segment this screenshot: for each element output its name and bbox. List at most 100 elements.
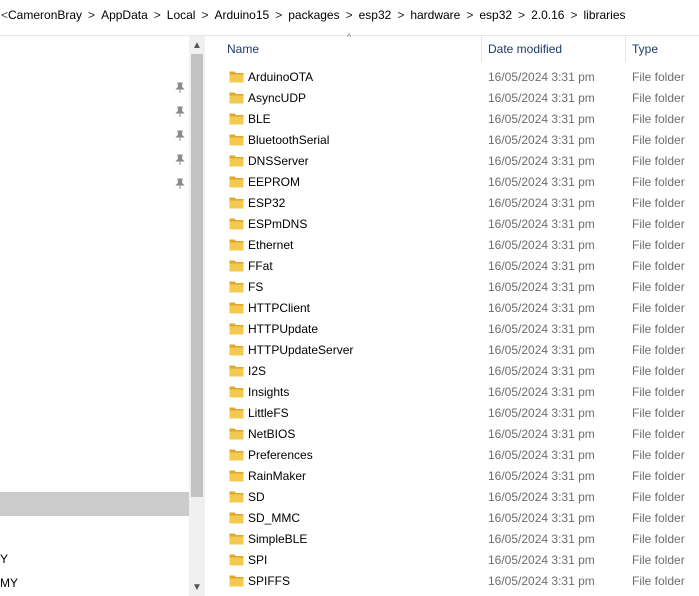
folder-icon <box>229 197 244 209</box>
breadcrumb-separator-icon[interactable]: > <box>82 8 101 22</box>
file-row[interactable]: HTTPUpdate 16/05/2024 3:31 pm File folde… <box>205 319 699 340</box>
file-row[interactable]: ArduinoOTA 16/05/2024 3:31 pm File folde… <box>205 67 699 88</box>
folder-icon <box>229 218 244 230</box>
pin-icon[interactable] <box>174 130 186 142</box>
file-date-modified: 16/05/2024 3:31 pm <box>488 259 595 273</box>
file-date-modified: 16/05/2024 3:31 pm <box>488 217 595 231</box>
file-row[interactable]: ESPmDNS 16/05/2024 3:31 pm File folder <box>205 214 699 235</box>
file-row[interactable]: FFat 16/05/2024 3:31 pm File folder <box>205 256 699 277</box>
file-row[interactable]: SPIFFS 16/05/2024 3:31 pm File folder <box>205 571 699 592</box>
file-date-modified: 16/05/2024 3:31 pm <box>488 301 595 315</box>
breadcrumb-separator-icon[interactable]: > <box>460 8 479 22</box>
file-name: RainMaker <box>248 469 307 483</box>
breadcrumb-item[interactable]: esp32 <box>359 8 392 22</box>
scroll-thumb[interactable] <box>191 54 203 497</box>
file-date-modified: 16/05/2024 3:31 pm <box>488 238 595 252</box>
folder-icon <box>229 134 244 146</box>
breadcrumb-item[interactable]: AppData <box>101 8 148 22</box>
pin-icon[interactable] <box>174 106 186 118</box>
nav-item-label[interactable]: Y <box>0 552 8 566</box>
folder-icon <box>229 386 244 398</box>
breadcrumb-item[interactable]: 2.0.16 <box>531 8 564 22</box>
nav-scrollbar[interactable]: ▲ ▼ <box>189 36 205 596</box>
breadcrumb-separator-icon[interactable]: > <box>195 8 214 22</box>
file-type: File folder <box>632 532 685 546</box>
folder-icon <box>229 470 244 482</box>
breadcrumb-item[interactable]: Arduino15 <box>214 8 269 22</box>
file-type: File folder <box>632 322 685 336</box>
column-divider[interactable] <box>625 36 626 62</box>
nav-item-label[interactable]: MY <box>0 576 18 590</box>
file-type: File folder <box>632 511 685 525</box>
breadcrumb-item[interactable]: Local <box>167 8 196 22</box>
file-name: SD_MMC <box>248 511 301 525</box>
file-name: EEPROM <box>248 175 301 189</box>
pin-icon[interactable] <box>174 82 186 94</box>
breadcrumb: < >CameronBray>AppData>Local>Arduino15>p… <box>0 0 699 30</box>
column-divider[interactable] <box>481 36 482 62</box>
file-row[interactable]: LittleFS 16/05/2024 3:31 pm File folder <box>205 403 699 424</box>
breadcrumb-separator-icon[interactable]: > <box>148 8 167 22</box>
file-type: File folder <box>632 133 685 147</box>
file-row[interactable]: NetBIOS 16/05/2024 3:31 pm File folder <box>205 424 699 445</box>
breadcrumb-item[interactable]: esp32 <box>479 8 512 22</box>
file-name: BLE <box>248 112 271 126</box>
file-row[interactable]: SD 16/05/2024 3:31 pm File folder <box>205 487 699 508</box>
pin-icon[interactable] <box>174 178 186 190</box>
file-row[interactable]: SimpleBLE 16/05/2024 3:31 pm File folder <box>205 529 699 550</box>
column-header-type[interactable]: Type <box>632 42 658 56</box>
column-header-row: ^ Name Date modified Type <box>205 32 699 62</box>
file-name: NetBIOS <box>248 427 296 441</box>
breadcrumb-item[interactable]: libraries <box>583 8 625 22</box>
file-type: File folder <box>632 112 685 126</box>
file-row[interactable]: HTTPUpdateServer 16/05/2024 3:31 pm File… <box>205 340 699 361</box>
breadcrumb-overflow[interactable]: < <box>0 8 8 22</box>
file-row[interactable]: AsyncUDP 16/05/2024 3:31 pm File folder <box>205 88 699 109</box>
file-name: AsyncUDP <box>248 91 307 105</box>
scroll-up-icon[interactable]: ▲ <box>189 38 205 52</box>
file-row[interactable]: DNSServer 16/05/2024 3:31 pm File folder <box>205 151 699 172</box>
breadcrumb-separator-icon[interactable]: > <box>564 8 583 22</box>
file-name: BluetoothSerial <box>248 133 330 147</box>
file-name: SPI <box>248 553 268 567</box>
file-date-modified: 16/05/2024 3:31 pm <box>488 322 595 336</box>
breadcrumb-item[interactable]: packages <box>288 8 339 22</box>
breadcrumb-item[interactable]: hardware <box>410 8 460 22</box>
file-name: ESPmDNS <box>248 217 308 231</box>
file-date-modified: 16/05/2024 3:31 pm <box>488 469 595 483</box>
file-type: File folder <box>632 280 685 294</box>
file-row[interactable]: I2S 16/05/2024 3:31 pm File folder <box>205 361 699 382</box>
breadcrumb-separator-icon[interactable]: > <box>391 8 410 22</box>
file-row[interactable]: Ethernet 16/05/2024 3:31 pm File folder <box>205 235 699 256</box>
file-name: ArduinoOTA <box>248 70 314 84</box>
file-type: File folder <box>632 364 685 378</box>
file-type: File folder <box>632 385 685 399</box>
file-row[interactable]: SPI 16/05/2024 3:31 pm File folder <box>205 550 699 571</box>
file-row[interactable]: ESP32 16/05/2024 3:31 pm File folder <box>205 193 699 214</box>
breadcrumb-item[interactable]: CameronBray <box>8 8 82 22</box>
breadcrumb-separator-icon[interactable]: > <box>512 8 531 22</box>
file-name: Insights <box>248 385 290 399</box>
file-date-modified: 16/05/2024 3:31 pm <box>488 343 595 357</box>
breadcrumb-separator-icon[interactable]: > <box>340 8 359 22</box>
file-type: File folder <box>632 238 685 252</box>
breadcrumb-separator-icon[interactable]: > <box>269 8 288 22</box>
file-row[interactable]: BLE 16/05/2024 3:31 pm File folder <box>205 109 699 130</box>
file-row[interactable]: BluetoothSerial 16/05/2024 3:31 pm File … <box>205 130 699 151</box>
file-row[interactable]: Insights 16/05/2024 3:31 pm File folder <box>205 382 699 403</box>
file-type: File folder <box>632 301 685 315</box>
file-name: Preferences <box>248 448 313 462</box>
column-header-date[interactable]: Date modified <box>488 42 562 56</box>
nav-item-selected[interactable] <box>0 492 189 516</box>
file-row[interactable]: Preferences 16/05/2024 3:31 pm File fold… <box>205 445 699 466</box>
file-name: I2S <box>248 364 267 378</box>
file-row[interactable]: RainMaker 16/05/2024 3:31 pm File folder <box>205 466 699 487</box>
scroll-down-icon[interactable]: ▼ <box>189 580 205 594</box>
column-header-name[interactable]: Name <box>227 42 259 56</box>
file-row[interactable]: EEPROM 16/05/2024 3:31 pm File folder <box>205 172 699 193</box>
sort-ascending-icon: ^ <box>347 32 352 42</box>
file-row[interactable]: HTTPClient 16/05/2024 3:31 pm File folde… <box>205 298 699 319</box>
pin-icon[interactable] <box>174 154 186 166</box>
file-row[interactable]: FS 16/05/2024 3:31 pm File folder <box>205 277 699 298</box>
file-row[interactable]: SD_MMC 16/05/2024 3:31 pm File folder <box>205 508 699 529</box>
